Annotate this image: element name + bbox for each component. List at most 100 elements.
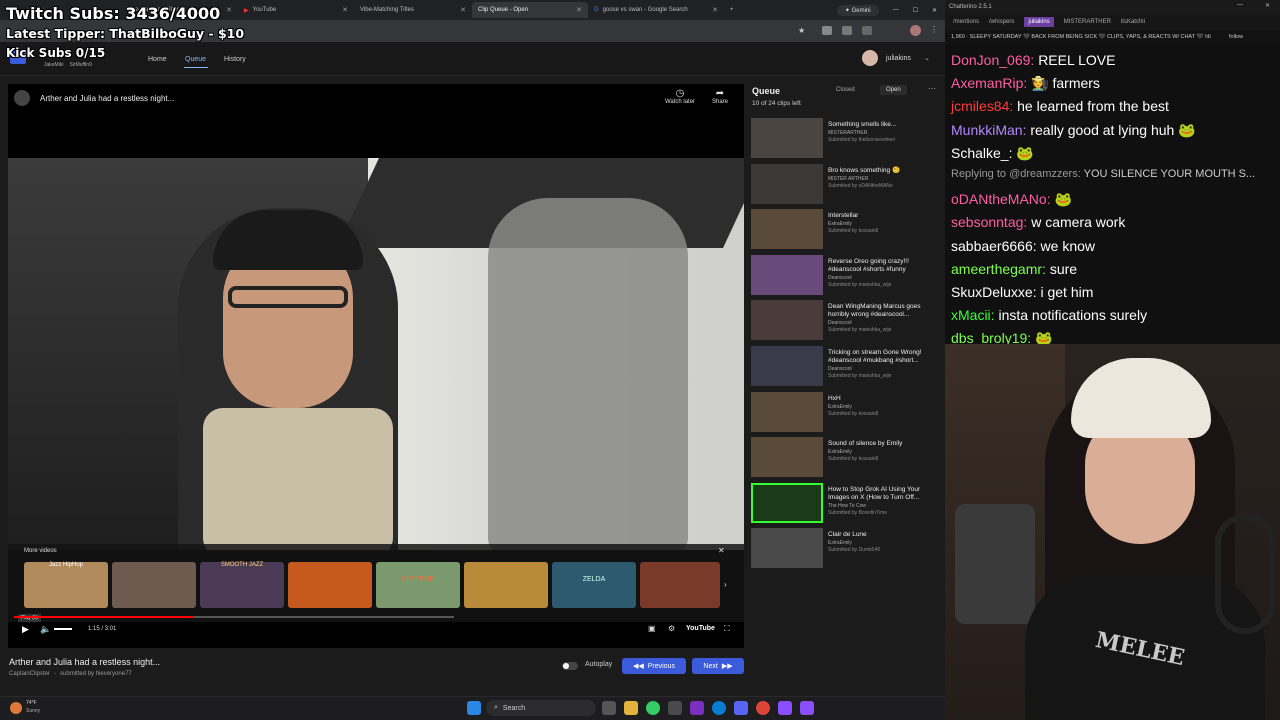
close-icon[interactable]: ✕ [704, 6, 718, 14]
username[interactable]: juliakins [886, 55, 911, 62]
nav-history[interactable]: History [224, 56, 246, 63]
close-window-icon[interactable]: ✕ [1265, 2, 1270, 9]
channel-avatar[interactable] [14, 90, 30, 106]
share-button[interactable]: ➦ Share [706, 88, 734, 105]
close-icon[interactable]: ✕ [334, 6, 348, 14]
chat-username[interactable]: MunkkiMan: [951, 122, 1026, 138]
play-icon[interactable]: ▶ [22, 624, 29, 635]
extension-icon[interactable] [822, 26, 832, 35]
volume-icon[interactable]: 🔈 [40, 624, 51, 635]
chat-username[interactable]: Schalke_: [951, 145, 1012, 161]
chat-tab[interactable]: /mentions [953, 19, 979, 25]
chat-username[interactable]: jcmiles84: [951, 98, 1013, 114]
chat-username[interactable]: xMacii: [951, 307, 995, 323]
taskbar-search[interactable]: ⌕ Search [486, 700, 596, 716]
twitch-icon[interactable] [778, 701, 792, 715]
queue-item[interactable]: Reverse Oreo going crazy!!! #deanscool #… [748, 254, 940, 299]
chevron-right-icon[interactable]: › [724, 580, 727, 589]
chat-username[interactable]: dbs_broly19: [951, 330, 1031, 344]
chat-username[interactable]: sabbaer6666: [951, 238, 1037, 254]
chat-username[interactable]: sebsonntag: [951, 214, 1027, 230]
chat-username[interactable]: AxemanRip: [951, 75, 1027, 91]
player-title[interactable]: Arther and Julia had a restless night... [40, 94, 174, 103]
chat-username[interactable]: DonJon_069: [951, 52, 1034, 68]
thumbnail[interactable]: CITY POP [376, 562, 460, 608]
thumbnail[interactable] [640, 562, 720, 608]
browser-tab[interactable]: Vibe-Matching Titles ✕ [354, 2, 472, 18]
queue-closed-toggle[interactable]: Closed [836, 87, 855, 93]
chat-tab[interactable]: itsKatchii [1121, 19, 1145, 25]
queue-item[interactable]: Dean WingManing Marcus goes horribly wro… [748, 300, 940, 344]
close-icon[interactable]: ✕ [568, 6, 582, 14]
nav-queue[interactable]: Queue [185, 56, 206, 63]
edge-icon[interactable] [712, 701, 726, 715]
extension-icon[interactable] [842, 26, 852, 35]
close-icon[interactable]: ✕ [452, 6, 466, 14]
queue-item[interactable]: How to Stop Grok AI Using Your Images on… [748, 482, 940, 527]
thumbnail[interactable]: Jazz HipHop [24, 562, 108, 608]
youtube-logo[interactable]: YouTube [686, 625, 715, 632]
queue-item-submitter: Submitted by Dumb546 [828, 547, 881, 554]
queue-item[interactable]: Something smells like... MISTERARTHER Subm… [748, 118, 940, 162]
nav-home[interactable]: Home [148, 56, 167, 63]
file-explorer-icon[interactable] [624, 701, 638, 715]
chat-username[interactable]: oDANtheMANo: [951, 191, 1051, 207]
autoplay-toggle[interactable] [562, 662, 578, 670]
discord-icon[interactable] [734, 701, 748, 715]
thumbnail[interactable]: ZELDA [552, 562, 636, 608]
chat-tab-active[interactable]: juliakins [1024, 17, 1054, 27]
app-icon[interactable] [690, 701, 704, 715]
queue-item[interactable]: HxH ExtraEmily Submitted by kossain8 [748, 391, 940, 436]
chevron-down-icon[interactable]: ⌄ [924, 54, 930, 62]
gemini-button[interactable]: ✦ Gemini [836, 4, 879, 16]
minimize-icon[interactable]: — [1237, 2, 1243, 8]
minimize-icon[interactable]: — [893, 7, 899, 13]
close-icon[interactable]: ✕ [718, 546, 725, 555]
settings-gear-icon[interactable]: ⚙ [668, 624, 675, 633]
windows-start-icon[interactable] [467, 701, 481, 715]
fullscreen-icon[interactable]: ⛶ [724, 624, 730, 634]
queue-item[interactable]: Sound of silence by Emily ExtraEmily Submi… [748, 437, 940, 481]
thumbnail[interactable] [288, 562, 372, 608]
extension-icon[interactable] [862, 26, 872, 35]
queue-item[interactable]: Tricking on stream Gone Wrong! #deanscoo… [748, 346, 940, 390]
next-button[interactable]: Next ▶▶ [692, 658, 744, 674]
follow-button[interactable]: follow [1225, 34, 1244, 40]
captions-icon[interactable]: ▣ [648, 624, 656, 633]
chat-username[interactable]: ameerthegamr: [951, 261, 1046, 277]
chat-text: 🐸 [1054, 191, 1072, 208]
browser-tab[interactable]: ▶ YouTube ✕ [238, 2, 354, 18]
chatterino-icon[interactable] [800, 701, 814, 715]
thumbnail[interactable]: SMOOTH JAZZ [200, 562, 284, 608]
queue-item[interactable]: Interstellar ExtraEmily Submitted by kossa… [748, 209, 940, 253]
close-window-icon[interactable]: ✕ [932, 7, 937, 14]
profile-avatar[interactable] [910, 25, 921, 36]
volume-slider[interactable] [54, 628, 72, 630]
chat-tab[interactable]: MISTERARTHER [1064, 19, 1111, 25]
task-view-icon[interactable] [602, 701, 616, 715]
menu-kebab-icon[interactable]: ⋮ [930, 25, 938, 34]
thumbnail[interactable] [464, 562, 548, 608]
avatar[interactable] [862, 50, 878, 66]
previous-button[interactable]: ◀◀ Previous [622, 658, 686, 674]
video-player[interactable]: Arther and Julia had a restless night...… [8, 84, 744, 648]
watch-later-button[interactable]: ◷ Watch later [662, 88, 698, 105]
more-icon[interactable]: ⋯ [928, 84, 936, 93]
maximize-icon[interactable]: ☐ [913, 7, 918, 14]
clip-channel[interactable]: CaptainClipster [9, 671, 50, 677]
chrome-icon[interactable] [756, 701, 770, 715]
app-icon[interactable] [668, 701, 682, 715]
queue-item[interactable]: Bro knows something 🤨 MISTER ARTHER Submit… [748, 163, 940, 208]
queue-item[interactable]: Clair de Lune ExtraEmily Submitted by Dumb… [748, 528, 940, 572]
browser-tab-active[interactable]: Clip Queue - Open ✕ [472, 2, 588, 18]
chat-tab[interactable]: /whispers [989, 19, 1014, 25]
star-icon[interactable]: ★ [798, 26, 805, 35]
chat-username[interactable]: SkuxDeluxxe: [951, 284, 1037, 300]
chat-username[interactable]: Replying to @dreamzzers: [951, 168, 1081, 180]
thumbnail[interactable] [112, 562, 196, 608]
new-tab-icon[interactable]: + [724, 2, 744, 18]
app-icon[interactable] [646, 701, 660, 715]
browser-tab[interactable]: Ggoose vs swan - Google Search ✕ [588, 2, 724, 18]
queue-open-toggle[interactable]: Open [880, 85, 907, 95]
owner-name: JakeMiki [44, 62, 64, 68]
